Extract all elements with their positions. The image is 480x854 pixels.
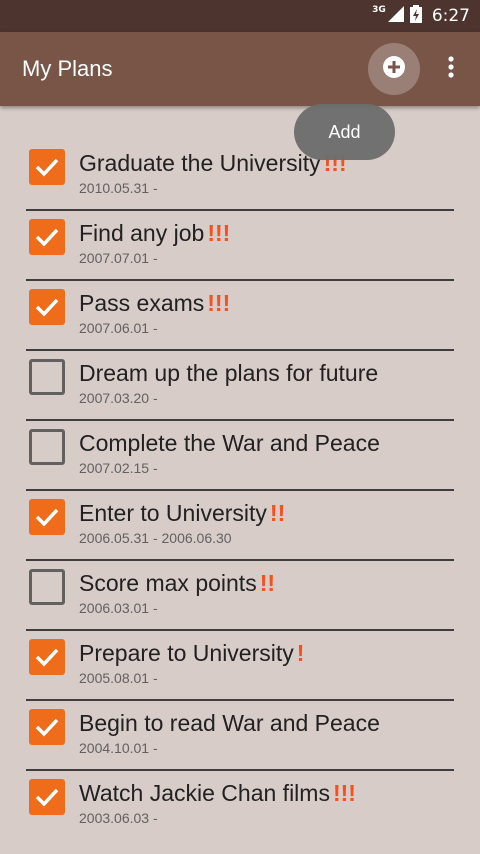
- plan-dates: 2004.10.01 -: [79, 740, 158, 756]
- plan-dates: 2003.06.03 -: [79, 810, 158, 826]
- app-bar: My Plans: [0, 32, 480, 106]
- plan-checkbox[interactable]: [29, 779, 65, 815]
- add-circle-icon: [382, 55, 406, 83]
- more-vert-icon: [448, 55, 454, 83]
- plan-checkbox[interactable]: [29, 359, 65, 395]
- checkmark-icon: [35, 228, 59, 247]
- priority-marker: !!!: [207, 220, 231, 246]
- plan-dates: 2010.05.31 -: [79, 180, 158, 196]
- plan-dates: 2006.03.01 -: [79, 600, 158, 616]
- plan-title-text: Graduate the University: [79, 150, 321, 176]
- list-item[interactable]: Dream up the plans for future 2007.03.20 …: [0, 350, 480, 421]
- list-item[interactable]: Graduate the University!!! 2010.05.31 -: [0, 140, 480, 211]
- plan-checkbox[interactable]: [29, 569, 65, 605]
- plan-dates: 2006.05.31 - 2006.06.30: [79, 530, 232, 546]
- list-item[interactable]: Pass exams!!! 2007.06.01 -: [0, 280, 480, 351]
- plan-title: Begin to read War and Peace: [79, 710, 380, 737]
- plan-title: Complete the War and Peace: [79, 430, 380, 457]
- plan-title-text: Dream up the plans for future: [79, 360, 379, 386]
- list-item[interactable]: Enter to University!! 2006.05.31 - 2006.0…: [0, 490, 480, 561]
- plan-title: Pass exams!!!: [79, 290, 230, 317]
- plan-title-text: Find any job: [79, 220, 205, 246]
- plan-title: Enter to University!!: [79, 500, 285, 527]
- checkmark-icon: [35, 718, 59, 737]
- priority-marker: !!!: [332, 780, 356, 806]
- plan-dates: 2007.03.20 -: [79, 390, 158, 406]
- plan-title: Watch Jackie Chan films!!!: [79, 780, 356, 807]
- plan-title: Prepare to University!: [79, 640, 304, 667]
- plan-dates: 2007.07.01 -: [79, 250, 158, 266]
- plan-title-text: Watch Jackie Chan films: [79, 780, 330, 806]
- plan-title-text: Begin to read War and Peace: [79, 710, 380, 736]
- priority-marker: !!: [259, 570, 276, 596]
- list-item[interactable]: Prepare to University! 2005.08.01 -: [0, 630, 480, 701]
- list-item[interactable]: Find any job!!! 2007.07.01 -: [0, 210, 480, 281]
- plan-checkbox[interactable]: [29, 219, 65, 255]
- plan-checkbox[interactable]: [29, 289, 65, 325]
- checkmark-icon: [35, 298, 59, 317]
- battery-icon: [409, 5, 422, 27]
- plan-dates: 2007.02.15 -: [79, 460, 158, 476]
- plan-checkbox[interactable]: [29, 149, 65, 185]
- add-button[interactable]: [368, 43, 420, 95]
- checkmark-icon: [35, 508, 59, 527]
- plan-title: Dream up the plans for future: [79, 360, 378, 387]
- add-tooltip: Add: [294, 104, 395, 160]
- list-item[interactable]: Score max points!! 2006.03.01 -: [0, 560, 480, 631]
- overflow-menu-button[interactable]: [436, 49, 466, 89]
- plan-dates: 2007.06.01 -: [79, 320, 158, 336]
- plan-checkbox[interactable]: [29, 429, 65, 465]
- status-bar: 3G 6:27: [0, 0, 480, 32]
- page-title: My Plans: [22, 56, 113, 81]
- list-item[interactable]: Watch Jackie Chan films!!! 2003.06.03 -: [0, 770, 480, 840]
- checkmark-icon: [35, 648, 59, 667]
- plan-title-text: Score max points: [79, 570, 257, 596]
- plan-title-text: Complete the War and Peace: [79, 430, 380, 456]
- list-item[interactable]: Complete the War and Peace 2007.02.15 -: [0, 420, 480, 491]
- network-type: 3G: [372, 5, 386, 15]
- plan-checkbox[interactable]: [29, 709, 65, 745]
- priority-marker: !: [296, 640, 305, 666]
- plan-title: Score max points!!: [79, 570, 275, 597]
- plan-title-text: Enter to University: [79, 500, 267, 526]
- checkmark-icon: [35, 788, 59, 807]
- clock: 6:27: [431, 6, 470, 26]
- plan-checkbox[interactable]: [29, 639, 65, 675]
- priority-marker: !!: [269, 500, 286, 526]
- plan-dates: 2005.08.01 -: [79, 670, 158, 686]
- plan-title: Find any job!!!: [79, 220, 230, 247]
- signal-icon: [387, 6, 404, 26]
- plan-list: Graduate the University!!! 2010.05.31 - Fi…: [0, 140, 480, 840]
- list-item[interactable]: Begin to read War and Peace 2004.10.01 -: [0, 700, 480, 771]
- priority-marker: !!!: [207, 290, 231, 316]
- plan-title-text: Prepare to University: [79, 640, 294, 666]
- plan-title-text: Pass exams: [79, 290, 205, 316]
- checkmark-icon: [35, 158, 59, 177]
- status-icons: 3G 6:27: [372, 0, 470, 32]
- plan-checkbox[interactable]: [29, 499, 65, 535]
